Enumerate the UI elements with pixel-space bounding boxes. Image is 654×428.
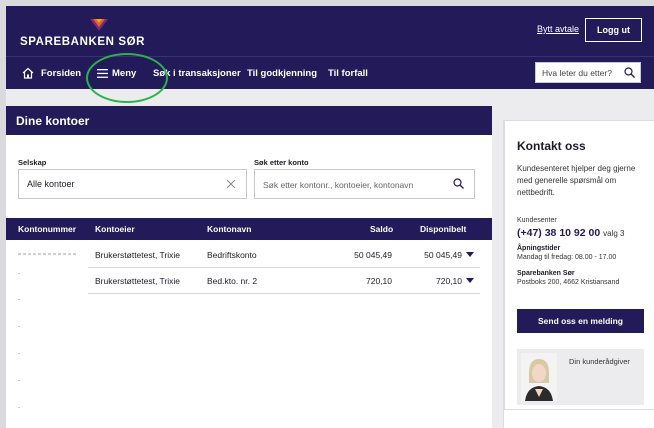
account-search-field	[254, 169, 475, 199]
nav-menu[interactable]: Meny	[112, 57, 136, 90]
row-divider	[88, 293, 480, 294]
bank-name: Sparebanken Sør	[517, 270, 575, 277]
top-header: SPAREBANKEN SØR Bytt avtale Logg ut	[6, 6, 654, 56]
phone-choice: valg 3	[603, 229, 625, 238]
row-owner: Brukerstøttetest, Trixie	[95, 250, 181, 260]
advisor-avatar	[521, 353, 557, 401]
contact-panel: Kontakt oss Kundesenteret hjelper deg gj…	[503, 120, 654, 428]
bank-address: Postboks 200, 4662 Kristiansand	[517, 279, 620, 286]
nav-search-transactions[interactable]: Søk i transaksjoner	[153, 57, 241, 90]
accounts-panel: Dine kontoer Selskap Alle kontoer Søk et…	[6, 106, 492, 428]
opening-hours: Mandag til fredag: 08.00 - 17.00	[517, 254, 617, 261]
advisor-card[interactable]: Din kunderådgiver	[517, 349, 644, 405]
advisor-label: Din kunderådgiver	[569, 357, 630, 366]
hamburger-menu-icon[interactable]	[97, 69, 108, 78]
chevron-down-icon[interactable]	[466, 252, 474, 257]
empty-row-marker	[18, 380, 20, 381]
global-search	[535, 62, 641, 83]
empty-row-marker	[18, 326, 20, 327]
nav-for-approval[interactable]: Til godkjenning	[247, 57, 317, 90]
row-account-name: Bedriftskonto	[207, 250, 257, 260]
company-select-value: Alle kontoer	[27, 179, 75, 189]
accounts-table-header: Kontonummer Kontoeier Kontonavn Saldo Di…	[6, 218, 492, 240]
search-icon[interactable]	[453, 178, 464, 189]
row-account-name: Bed.kto. nr. 2	[207, 276, 258, 286]
company-label: Selskap	[18, 158, 47, 167]
table-row[interactable]: Brukerstøttetest, Trixie Bed.kto. nr. 2 …	[6, 268, 492, 294]
column-available[interactable]: Disponibelt	[420, 224, 466, 234]
contact-card: Kontakt oss Kundesenteret hjelper deg gj…	[504, 120, 654, 410]
app-window: SPAREBANKEN SØR Bytt avtale Logg ut Fors…	[6, 6, 654, 428]
empty-row-marker	[18, 299, 20, 300]
brand-logo[interactable]: SPAREBANKEN SØR	[20, 36, 145, 48]
nav-home[interactable]: Forsiden	[41, 57, 81, 90]
account-number-masked	[18, 253, 78, 255]
row-balance: 720,10	[366, 276, 392, 286]
column-balance[interactable]: Saldo	[370, 224, 393, 234]
company-select[interactable]: Alle kontoer	[18, 169, 247, 199]
account-search-input[interactable]	[263, 176, 453, 193]
table-row[interactable]: Brukerstøttetest, Trixie Bedriftskonto 5…	[6, 242, 492, 268]
switch-agreement-link[interactable]: Bytt avtale	[537, 24, 579, 34]
column-account-name[interactable]: Kontonavn	[207, 224, 251, 234]
phone-number[interactable]: (+47) 38 10 92 00 valg 3	[517, 227, 624, 239]
phone-number-value: (+47) 38 10 92 00	[517, 227, 601, 239]
contact-title: Kontakt oss	[517, 139, 586, 153]
search-icon[interactable]	[624, 67, 635, 78]
empty-row-marker	[18, 273, 20, 274]
home-icon[interactable]	[22, 67, 34, 79]
empty-row-marker	[18, 407, 20, 408]
logo-mark-icon	[90, 19, 108, 31]
nav-due[interactable]: Til forfall	[328, 57, 368, 90]
column-account-number[interactable]: Kontonummer	[18, 224, 76, 234]
row-owner: Brukerstøttetest, Trixie	[95, 276, 181, 286]
accounts-header: Dine kontoer	[6, 106, 492, 135]
page-title: Dine kontoer	[16, 114, 90, 128]
contact-intro: Kundesenteret hjelper deg gjerne med gen…	[517, 164, 636, 197]
column-owner[interactable]: Kontoeier	[95, 224, 135, 234]
account-search-label: Søk etter konto	[254, 158, 309, 167]
empty-row-marker	[18, 353, 20, 354]
opening-hours-label: Åpningstider	[517, 245, 561, 252]
chevron-down-icon[interactable]	[466, 278, 474, 283]
row-available: 720,10	[436, 276, 462, 286]
row-available: 50 045,49	[424, 250, 462, 260]
logout-button[interactable]: Logg ut	[585, 18, 642, 42]
global-search-input[interactable]	[542, 63, 624, 82]
clear-icon[interactable]	[226, 179, 236, 189]
send-message-button[interactable]: Send oss en melding	[517, 309, 644, 333]
customer-center-label: Kundesenter	[517, 217, 557, 224]
row-balance: 50 045,49	[354, 250, 392, 260]
